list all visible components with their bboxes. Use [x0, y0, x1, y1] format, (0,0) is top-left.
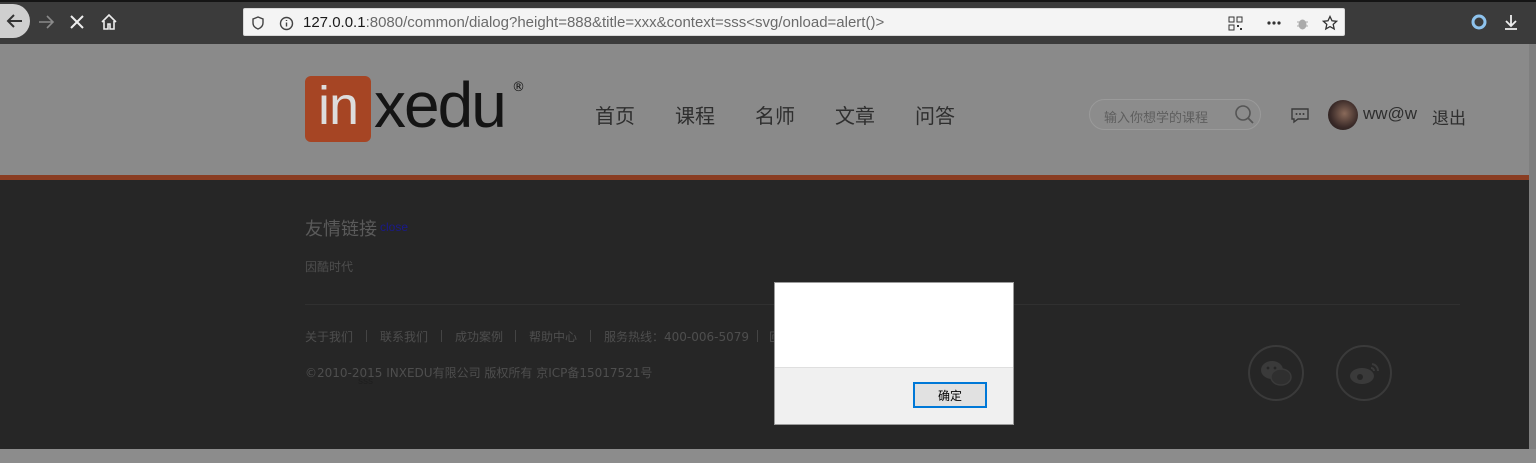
- logout-link[interactable]: 退出: [1432, 104, 1466, 129]
- footer-link-contact[interactable]: 联系我们: [380, 328, 428, 345]
- ok-button[interactable]: 确定: [913, 382, 987, 408]
- wechat-icon: [1261, 361, 1292, 386]
- downloads-button[interactable]: [1500, 11, 1522, 33]
- download-icon: [1505, 15, 1517, 30]
- footer-link-help[interactable]: 帮助中心: [529, 328, 577, 345]
- scrollbar[interactable]: [1529, 44, 1536, 449]
- nav-home[interactable]: 首页: [595, 100, 635, 129]
- footer-separator: [515, 330, 516, 342]
- weibo-icon: [1350, 363, 1380, 384]
- tab-strip-edge: [0, 0, 1536, 2]
- extension-button[interactable]: [1468, 11, 1490, 33]
- weibo-button[interactable]: [1336, 345, 1392, 401]
- search-icon[interactable]: [1234, 104, 1256, 130]
- back-button[interactable]: [0, 4, 30, 38]
- url-path: :8080/common/dialog?height=888&title=xxx…: [365, 14, 885, 31]
- home-icon: [101, 13, 117, 30]
- site-footer: [0, 180, 1536, 449]
- close-link[interactable]: close: [380, 220, 408, 234]
- friend-links-title: 友情链接: [305, 219, 377, 240]
- bug-icon[interactable]: [1294, 15, 1310, 31]
- wechat-button[interactable]: [1248, 345, 1304, 401]
- page-bottom-strip: [0, 449, 1536, 463]
- logo-registered-mark: ®: [512, 80, 525, 95]
- footer-separator: [590, 330, 591, 342]
- user-name[interactable]: ww@w: [1363, 104, 1417, 124]
- forward-button[interactable]: [32, 8, 60, 36]
- qr-code-icon[interactable]: [1227, 15, 1243, 31]
- search-placeholder: 输入你想学的课程: [1104, 111, 1209, 126]
- nav-courses[interactable]: 课程: [675, 100, 715, 129]
- ring-icon: [1471, 14, 1487, 30]
- site-logo[interactable]: in: [305, 76, 371, 142]
- nav-teachers[interactable]: 名师: [755, 100, 795, 129]
- info-icon[interactable]: [278, 15, 294, 31]
- url-host: 127.0.0.1: [303, 14, 366, 31]
- footer-hotline: 服务热线：400-006-5079: [604, 330, 750, 344]
- browser-toolbar: 127.0.0.1:8080/common/dialog?height=888&…: [0, 0, 1536, 44]
- home-button[interactable]: [95, 8, 123, 36]
- search-input[interactable]: 输入你想学的课程: [1089, 99, 1261, 130]
- injected-context-text: sss: [358, 376, 373, 387]
- nav-qa[interactable]: 问答: [915, 100, 955, 129]
- close-icon: [70, 15, 84, 29]
- logo-in-text: in: [317, 76, 359, 136]
- alert-dialog: 确定: [774, 282, 1014, 425]
- avatar[interactable]: [1328, 100, 1358, 130]
- logo-text: xedu: [374, 69, 507, 141]
- friend-link-item[interactable]: 因酷时代: [305, 258, 353, 275]
- message-icon[interactable]: [1290, 106, 1310, 128]
- nav-articles[interactable]: 文章: [835, 100, 875, 129]
- footer-link-about[interactable]: 关于我们: [305, 328, 353, 345]
- footer-separator: [366, 330, 367, 342]
- footer-separator: [441, 330, 442, 342]
- footer-link-cases[interactable]: 成功案例: [455, 328, 503, 345]
- address-bar[interactable]: 127.0.0.1:8080/common/dialog?height=888&…: [243, 8, 1345, 36]
- stop-button[interactable]: [63, 8, 91, 36]
- url-text[interactable]: 127.0.0.1:8080/common/dialog?height=888&…: [303, 14, 884, 31]
- arrow-left-icon: [6, 14, 22, 28]
- more-icon[interactable]: [1266, 15, 1282, 31]
- shield-icon[interactable]: [250, 15, 266, 31]
- arrow-right-icon: [39, 15, 55, 29]
- footer-separator: [757, 330, 758, 342]
- alert-message: [775, 283, 1013, 368]
- bookmark-star-icon[interactable]: [1322, 15, 1338, 31]
